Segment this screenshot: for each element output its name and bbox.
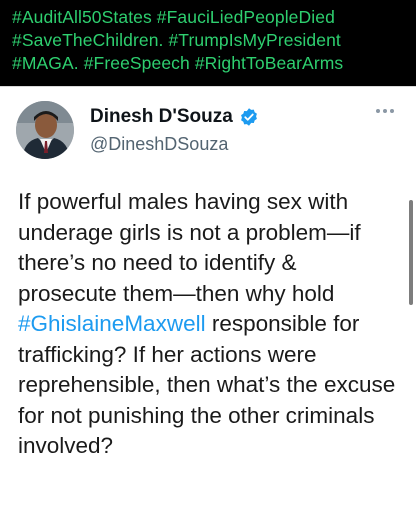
author-name-row: Dinesh D'Souza — [90, 105, 259, 129]
hashtag-caption: #AuditAll50States #FauciLiedPeopleDied #… — [0, 0, 416, 86]
hashtag-line-1[interactable]: #AuditAll50States #FauciLiedPeopleDied — [12, 6, 416, 29]
verified-badge-icon — [239, 107, 259, 127]
avatar-image — [16, 101, 74, 159]
author-handle[interactable]: @DineshDSouza — [90, 134, 228, 155]
hashtag-line-3[interactable]: #MAGA. #FreeSpeech #RightToBearArms — [12, 52, 416, 75]
tweet-hashtag-link[interactable]: #GhislaineMaxwell — [18, 311, 206, 336]
tweet-text: If powerful males having sex with undera… — [18, 187, 398, 462]
tweet-text-before: If powerful males having sex with undera… — [18, 189, 361, 306]
hashtag-line-2[interactable]: #SaveTheChildren. #TrumpIsMyPresident — [12, 29, 416, 52]
more-options-icon[interactable] — [376, 109, 394, 113]
author-name[interactable]: Dinesh D'Souza — [90, 106, 233, 128]
tweet-card: Dinesh D'Souza @DineshDSouza If powerful… — [0, 86, 416, 507]
scrollbar[interactable] — [409, 200, 413, 305]
avatar[interactable] — [16, 101, 74, 159]
